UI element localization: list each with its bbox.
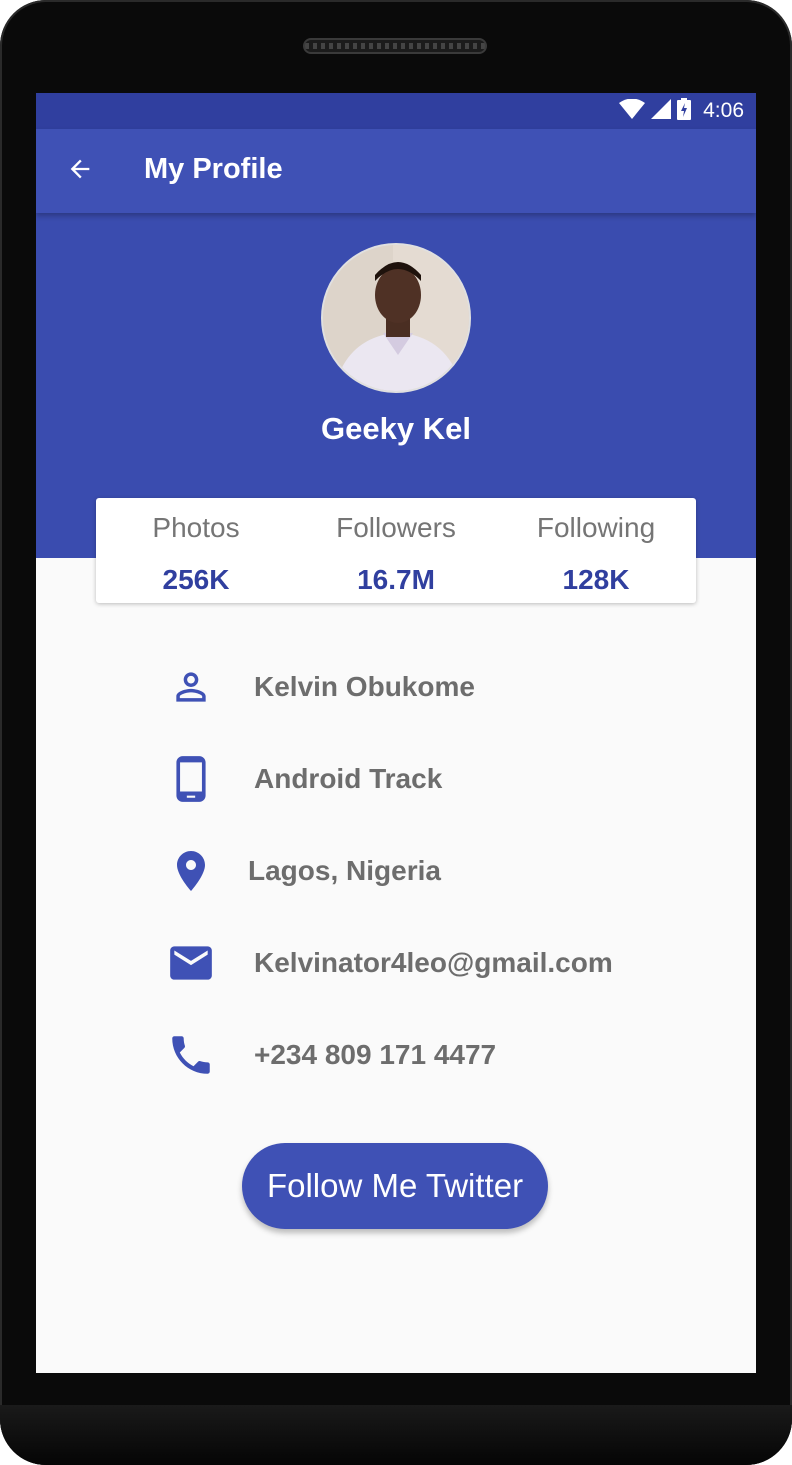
phone-icon [166, 1030, 216, 1080]
status-icons: 4:06 [619, 97, 744, 125]
detail-name-row: Kelvin Obukome [166, 657, 475, 717]
signal-icon [651, 98, 672, 124]
phone-bottom-bezel [0, 1405, 792, 1465]
profile-photo [323, 245, 469, 391]
stat-value: 256K [162, 564, 230, 595]
app-bar: My Profile [36, 129, 756, 213]
status-bar: 4:06 [36, 93, 756, 129]
arrow-back-icon [66, 155, 94, 188]
wifi-icon [619, 98, 646, 124]
detail-text: Kelvinator4leo@gmail.com [254, 947, 613, 978]
location-pin-icon [166, 846, 216, 896]
detail-track-row: Android Track [166, 749, 442, 809]
page-title: My Profile [144, 153, 283, 185]
avatar[interactable] [321, 243, 471, 393]
detail-text: Android Track [254, 763, 443, 794]
stat-followers[interactable]: Followers 16.7M [296, 498, 496, 603]
detail-text: Lagos, Nigeria [248, 855, 441, 886]
person-icon [166, 662, 216, 712]
follow-twitter-button[interactable]: Follow Me Twitter [242, 1143, 548, 1229]
detail-text: Kelvin Obukome [254, 671, 475, 702]
phone-frame: 4:06 My Profile Geeky Kel Photos 256K Fo… [0, 0, 792, 1465]
stat-label: Followers [336, 512, 456, 543]
stat-value: 128K [562, 564, 630, 595]
detail-email-row: Kelvinator4leo@gmail.com [166, 933, 613, 993]
stat-following[interactable]: Following 128K [496, 498, 696, 603]
stat-label: Photos [152, 512, 240, 543]
back-button[interactable] [60, 151, 100, 191]
stat-label: Following [536, 512, 656, 543]
mail-icon [166, 938, 216, 988]
phone-speaker [303, 38, 487, 54]
stat-value: 16.7M [357, 564, 435, 595]
stat-photos[interactable]: Photos 256K [96, 498, 296, 603]
screen: 4:06 My Profile Geeky Kel Photos 256K Fo… [36, 93, 756, 1373]
status-time: 4:06 [703, 99, 744, 122]
profile-name: Geeky Kel [321, 411, 471, 446]
battery-charging-icon [677, 97, 692, 125]
smartphone-icon [166, 754, 216, 804]
stats-card: Photos 256K Followers 16.7M Following 12… [96, 498, 696, 603]
detail-location-row: Lagos, Nigeria [166, 841, 441, 901]
detail-phone-row: +234 809 171 4477 [166, 1025, 496, 1085]
detail-text: +234 809 171 4477 [254, 1039, 497, 1070]
